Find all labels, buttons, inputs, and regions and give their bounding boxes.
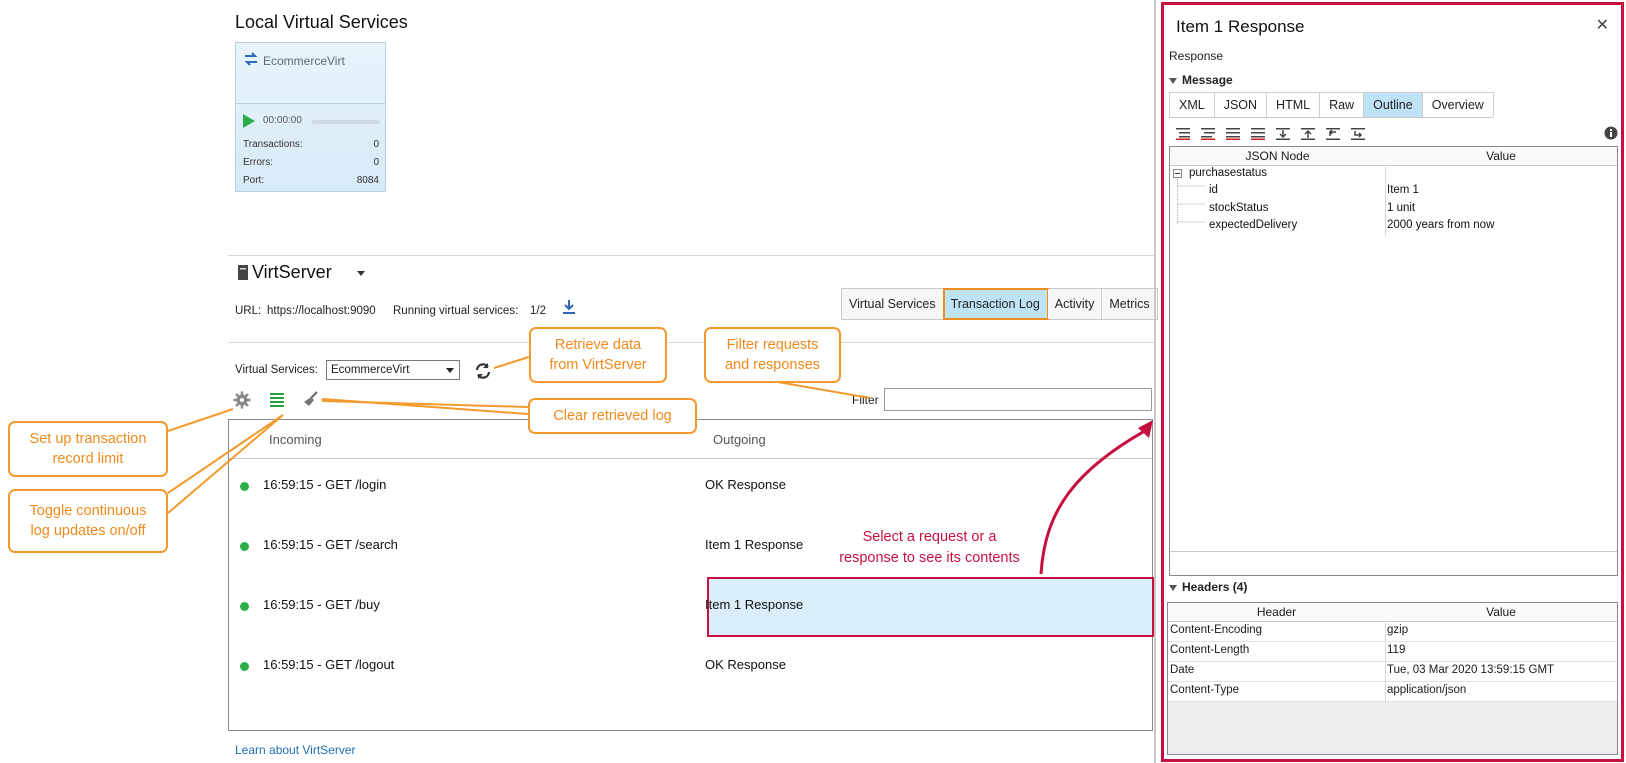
json-node-header[interactable]: JSON Node bbox=[1170, 147, 1386, 166]
callout-retrieve: Retrieve data from VirtServer bbox=[529, 327, 667, 383]
panel-divider[interactable] bbox=[1154, 0, 1156, 763]
header-row[interactable]: Content-Encoding gzip bbox=[1168, 622, 1617, 642]
header-name: Content-Encoding bbox=[1170, 624, 1263, 636]
header-value: 119 bbox=[1387, 644, 1406, 656]
headers-section-toggle[interactable]: Headers (4) bbox=[1169, 580, 1247, 594]
header-value: Tue, 03 Mar 2020 13:59:15 GMT bbox=[1387, 664, 1555, 676]
close-icon[interactable]: ✕ bbox=[1596, 15, 1609, 35]
move-up-icon[interactable] bbox=[1301, 128, 1315, 140]
header-col-value[interactable]: Value bbox=[1385, 603, 1617, 622]
tab-overview[interactable]: Overview bbox=[1421, 92, 1494, 117]
message-section-toggle[interactable]: Message bbox=[1169, 73, 1233, 87]
callout-clear: Clear retrieved log bbox=[528, 398, 697, 434]
scroll-divider bbox=[1170, 551, 1617, 552]
tab-raw[interactable]: Raw bbox=[1319, 92, 1365, 117]
json-node[interactable]: expectedDelivery bbox=[1209, 219, 1297, 231]
json-value[interactable]: 1 unit bbox=[1387, 202, 1415, 214]
header-row[interactable]: Content-Type application/json bbox=[1168, 682, 1617, 702]
info-icon[interactable] bbox=[1604, 126, 1618, 140]
message-tabs: XML JSON HTML Raw Outline Overview bbox=[1169, 92, 1494, 118]
tab-outline[interactable]: Outline bbox=[1363, 92, 1423, 117]
callout-select: Select a request or a response to see it… bbox=[839, 529, 1020, 566]
header-row[interactable]: Date Tue, 03 Mar 2020 13:59:15 GMT bbox=[1168, 662, 1617, 682]
collapse-icon bbox=[1169, 77, 1177, 84]
header-value: application/json bbox=[1387, 684, 1467, 696]
panel-title: Item 1 Response bbox=[1176, 17, 1305, 36]
tree-lines bbox=[1177, 179, 1205, 225]
expand-all-icon[interactable] bbox=[1176, 128, 1190, 140]
json-node[interactable]: stockStatus bbox=[1209, 202, 1268, 214]
move-down-icon[interactable] bbox=[1276, 128, 1290, 140]
collapse-icon bbox=[1169, 584, 1177, 591]
headers-grid: Header Value Content-Encoding gzip Conte… bbox=[1167, 602, 1618, 755]
justify-icon[interactable] bbox=[1251, 128, 1265, 140]
tab-html[interactable]: HTML bbox=[1266, 92, 1321, 117]
json-value[interactable]: Item 1 bbox=[1387, 184, 1419, 196]
header-name: Date bbox=[1170, 664, 1195, 676]
header-row[interactable]: Content-Length 119 bbox=[1168, 642, 1617, 662]
collapse-all-icon[interactable] bbox=[1201, 128, 1215, 140]
column-divider bbox=[1385, 622, 1386, 702]
tab-json[interactable]: JSON bbox=[1213, 92, 1268, 117]
callout-record-limit: Set up transaction record limit bbox=[8, 421, 168, 477]
json-value-header[interactable]: Value bbox=[1385, 147, 1617, 166]
collapse-node-icon[interactable] bbox=[1173, 169, 1182, 178]
header-value: gzip bbox=[1387, 624, 1409, 636]
json-root-node[interactable]: purchasestatus bbox=[1189, 167, 1267, 179]
align-icon[interactable] bbox=[1226, 128, 1240, 140]
move-top-icon[interactable] bbox=[1326, 128, 1340, 140]
json-outline-grid: JSON Node Value purchasestatus id Item 1… bbox=[1169, 146, 1618, 576]
move-bottom-icon[interactable] bbox=[1351, 128, 1365, 140]
message-label: Message bbox=[1182, 73, 1233, 87]
json-node[interactable]: id bbox=[1209, 184, 1218, 196]
callout-filter: Filter requests and responses bbox=[704, 327, 841, 383]
response-label: Response bbox=[1169, 49, 1224, 63]
callout-toggle: Toggle continuous log updates on/off bbox=[8, 489, 168, 553]
column-divider bbox=[1385, 166, 1386, 236]
response-panel: Item 1 Response ✕ Response Message XML J… bbox=[1161, 2, 1624, 762]
header-name: Content-Type bbox=[1170, 684, 1240, 696]
header-col-header[interactable]: Header bbox=[1168, 603, 1386, 622]
tab-xml[interactable]: XML bbox=[1169, 92, 1215, 117]
json-value[interactable]: 2000 years from now bbox=[1387, 219, 1494, 231]
header-name: Content-Length bbox=[1170, 644, 1250, 656]
headers-label: Headers (4) bbox=[1182, 580, 1248, 594]
